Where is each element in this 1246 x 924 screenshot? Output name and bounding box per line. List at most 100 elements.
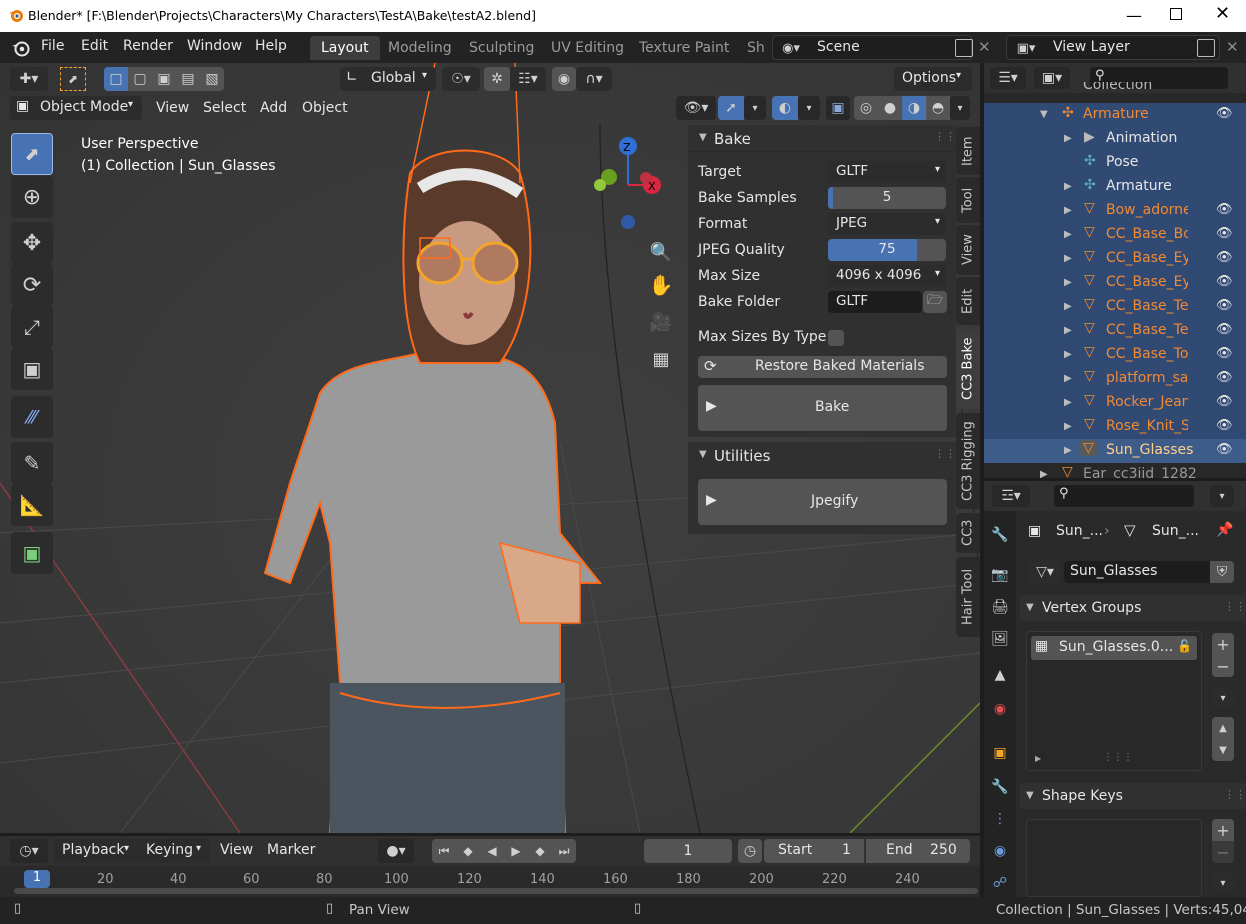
mesh-data-browse-icon[interactable]: ▽▾ — [1028, 561, 1062, 583]
object-mode-dropdown[interactable]: ▣ Object Mode ▾ — [10, 96, 142, 120]
snap-target-icon[interactable]: ☷▾ — [510, 67, 546, 91]
remove-shape-key-icon[interactable]: − — [1212, 841, 1234, 863]
view-layer-selector[interactable]: ▣▾ View Layer — [1006, 35, 1220, 60]
list-expand-icon[interactable]: ▶ — [1035, 754, 1041, 763]
format-dropdown[interactable]: JPEG ▾ — [828, 213, 946, 235]
tab-texture-paint[interactable]: Texture Paint — [628, 36, 740, 60]
vertex-groups-list[interactable]: ▦ Sun_Glasses.0... 🔓 ▶ ⋮⋮⋮ — [1026, 631, 1202, 771]
sidebar-tab-hair-tool[interactable]: Hair Tool — [956, 557, 980, 637]
jpeg-quality-slider[interactable]: 75 — [828, 239, 946, 261]
outliner-row-pose[interactable]: ✣ Pose — [984, 151, 1246, 175]
eye-icon[interactable]: 👁 — [1216, 370, 1233, 385]
close-icon[interactable]: ✕ — [1215, 3, 1230, 24]
ortho-grid-icon[interactable]: ▦ — [648, 346, 674, 372]
outliner-row-mesh[interactable]: ▶ ▽ Bow_adorne 👁 — [984, 199, 1246, 223]
max-sizes-by-type-checkbox[interactable] — [828, 330, 844, 346]
outliner-row-mesh[interactable]: ▶ ▽ CC_Base_Boo 👁 — [984, 223, 1246, 247]
preview-range-icon[interactable]: ◷ — [738, 839, 762, 863]
outliner-row-partial[interactable]: ▶ ▽ Ear_cc3iid_1282 — [984, 463, 1246, 478]
outliner-row-mesh[interactable]: ▶ ▽ CC_Base_Eye 👁 — [984, 271, 1246, 295]
eye-icon[interactable]: 👁 — [1216, 250, 1233, 265]
select-tool-icon[interactable]: ⬈ — [11, 133, 53, 175]
draw-tool-icon[interactable]: ✎ — [11, 442, 53, 484]
properties-editor-type-icon[interactable]: ☲▾ — [992, 485, 1030, 507]
eye-icon[interactable]: 👁 — [1216, 442, 1233, 457]
object-props-icon[interactable]: ▣ — [988, 741, 1012, 765]
shading-solid-icon[interactable]: ● — [878, 96, 902, 120]
xray-icon[interactable]: ▣ — [826, 96, 850, 120]
prev-keyframe-icon[interactable]: ◆ — [456, 839, 480, 863]
sidebar-tab-cc3[interactable]: CC3 — [956, 513, 980, 553]
utilities-title[interactable]: Utilities — [714, 447, 770, 465]
tab-modeling[interactable]: Modeling — [377, 36, 463, 60]
eye-icon[interactable]: 👁 — [1216, 346, 1233, 361]
tab-shading[interactable]: Sh — [736, 36, 771, 60]
mode-extend-icon[interactable]: ▢ — [128, 67, 152, 91]
shape-keys-list[interactable] — [1026, 819, 1202, 897]
pin-icon[interactable]: 📌 — [1216, 522, 1233, 538]
sidebar-tab-tool[interactable]: Tool — [956, 177, 980, 223]
tab-layout[interactable]: Layout — [310, 36, 380, 60]
editor-type-icon[interactable]: ✚▾ — [10, 67, 48, 91]
remove-vertex-group-icon[interactable]: − — [1212, 655, 1234, 677]
tab-sculpting[interactable]: Sculpting — [458, 36, 545, 60]
vertex-group-specials-icon[interactable]: ▾ — [1212, 687, 1234, 709]
outliner-display-mode-icon[interactable]: ▣▾ — [1034, 67, 1070, 89]
shape-key-specials-icon[interactable]: ▾ — [1212, 873, 1234, 893]
scene-selector[interactable]: ◉▾ Scene — [772, 35, 973, 60]
start-frame-field[interactable]: Start 1 — [764, 839, 864, 863]
playhead-marker[interactable]: 1 — [24, 870, 50, 888]
outliner-collection-partial[interactable]: Collection — [1083, 82, 1152, 92]
jpegify-button[interactable]: ▶ Jpegify — [698, 479, 947, 525]
scene-props-icon[interactable]: ▲ — [988, 663, 1012, 687]
timeline-ruler[interactable]: 1 20 40 60 80 100 120 140 160 180 200 22… — [0, 866, 980, 897]
outliner-row-mesh[interactable]: ▶ ▽ CC_Base_Eye 👁 — [984, 247, 1246, 271]
mode-intersect-icon[interactable]: ▧ — [200, 67, 224, 91]
sidebar-tab-edit[interactable]: Edit — [956, 277, 980, 325]
timeline-menu-playback[interactable]: Playback ▾ — [54, 839, 138, 863]
outliner-row-mesh[interactable]: ▶ ▽ platform_san 👁 — [984, 367, 1246, 391]
proportional-edit-icon[interactable]: ◉ — [552, 67, 576, 91]
gizmo-toggle-icon[interactable]: ➚ — [718, 96, 744, 120]
sidebar-tab-cc3-bake[interactable]: CC3 Bake — [956, 329, 980, 409]
properties-search-field[interactable]: ⚲ — [1054, 485, 1194, 507]
modifier-props-icon[interactable]: 🔧 — [988, 775, 1012, 799]
render-props-icon[interactable]: 📷 — [988, 563, 1012, 587]
bake-panel-collapse-icon[interactable]: ▼ — [699, 132, 707, 143]
eye-icon[interactable]: 👁 — [1216, 226, 1233, 241]
particles-props-icon[interactable]: ⋮ — [988, 807, 1012, 831]
properties-options-icon[interactable]: ▾ — [1210, 485, 1234, 507]
transform-orientation-dropdown[interactable]: ∟ Global ▾ — [340, 67, 436, 91]
view-layer-name[interactable]: View Layer — [1053, 39, 1130, 55]
tab-uv-editing[interactable]: UV Editing — [540, 36, 635, 60]
world-props-icon[interactable]: ◉ — [988, 697, 1012, 721]
overlay-dropdown-icon[interactable]: ▾ — [798, 96, 820, 120]
output-props-icon[interactable]: 🖨 — [988, 595, 1012, 619]
shading-rendered-icon[interactable]: ◓ — [926, 96, 950, 120]
camera-view-icon[interactable]: 🎥 — [648, 309, 674, 335]
mode-subtract-icon[interactable]: ▣ — [152, 67, 176, 91]
cursor-tool-icon[interactable]: ⊕ — [11, 176, 53, 218]
shading-wireframe-icon[interactable]: ◎ — [854, 96, 878, 120]
list-resize-grip-icon[interactable]: ⋮⋮⋮ — [1103, 752, 1133, 763]
view-layer-props-icon[interactable]: 🖼 — [988, 627, 1012, 651]
sidebar-tab-item[interactable]: Item — [956, 127, 980, 175]
outliner-row-armature-data[interactable]: ▶ ✣ Armature — [984, 175, 1246, 199]
record-icon[interactable]: ●▾ — [378, 839, 414, 863]
play-icon[interactable]: ▶ — [504, 839, 528, 863]
eye-icon[interactable]: 👁 — [1216, 394, 1233, 409]
jump-end-icon[interactable]: ⏭ — [552, 839, 576, 863]
bake-folder-field[interactable]: GLTF — [828, 291, 922, 313]
snap-toggle-icon[interactable]: ✲ — [484, 67, 510, 91]
bake-panel-title[interactable]: Bake — [714, 130, 751, 148]
viewport-menu-object[interactable]: Object — [302, 100, 348, 116]
outliner-row-mesh[interactable]: ▶ ▽ CC_Base_Tee 👁 — [984, 319, 1246, 343]
eye-icon[interactable]: 👁 — [1216, 418, 1233, 433]
view-layer-copy-icon[interactable] — [1197, 39, 1215, 57]
timeline-menu-view[interactable]: View — [220, 842, 253, 858]
outliner-row-mesh[interactable]: ▶ ▽ CC_Base_Tea 👁 — [984, 295, 1246, 319]
minimize-icon[interactable]: — — [1126, 6, 1142, 25]
fake-user-shield-icon[interactable]: ⛨ — [1210, 561, 1234, 583]
zoom-icon[interactable]: 🔍 — [648, 239, 674, 265]
utilities-collapse-icon[interactable]: ▼ — [699, 449, 707, 460]
